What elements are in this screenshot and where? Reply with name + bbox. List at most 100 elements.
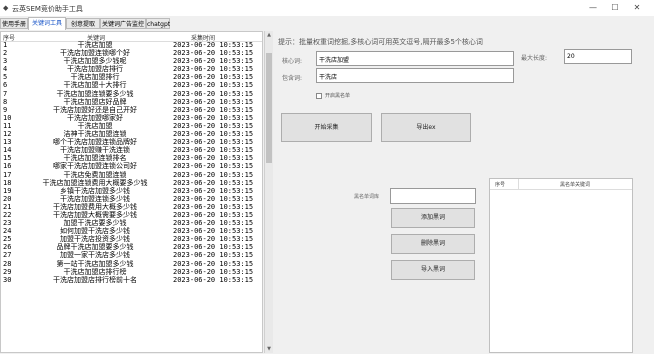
scroll-up-icon[interactable]: ▲ — [265, 32, 273, 38]
row-number: 10 — [3, 113, 12, 122]
tab-strip: 使用手册 关键词工具 创意提取 关键词广告监控 chatgpt — [0, 17, 654, 30]
tab-chatgpt[interactable]: chatgpt — [146, 18, 170, 29]
list-item[interactable]: 6 干洗店加盟十大排行 2023-06-20 10:53:15 — [1, 81, 262, 90]
blacklist-filter-checkbox[interactable] — [316, 93, 322, 99]
row-keyword: 干洗店加盟连锁多少钱 — [60, 194, 130, 203]
row-time: 2023-06-20 10:53:15 — [173, 57, 254, 66]
row-time: 2023-06-20 10:53:15 — [173, 243, 254, 252]
include-word-label: 包含词: — [282, 75, 303, 82]
row-keyword: 干洗店加盟 — [77, 121, 113, 130]
row-number: 3 — [3, 57, 8, 66]
row-number: 20 — [3, 194, 12, 203]
blacklist-filter-label: 开启黑名单 — [325, 93, 351, 99]
row-number: 7 — [3, 89, 8, 98]
hint-text: 提示：批量权重词挖掘,多核心词可用英文逗号,隔开最多5个核心词 — [278, 38, 483, 46]
row-number: 2 — [3, 49, 8, 58]
list-item[interactable]: 11 干洗店加盟 2023-06-20 10:53:15 — [1, 121, 262, 130]
core-word-label: 核心词: — [282, 58, 303, 65]
list-item[interactable]: 2 干洗店加盟连锁哪个好 2023-06-20 10:53:15 — [1, 49, 262, 58]
row-keyword: 干洗店加盟哪家好 — [67, 113, 123, 122]
row-time: 2023-06-20 10:53:15 — [173, 235, 254, 244]
list-item[interactable]: 27 加盟一家干洗店多少钱 2023-06-20 10:53:15 — [1, 251, 262, 259]
row-keyword: 乡镇干洗店加盟多少钱 — [60, 186, 130, 195]
minimize-button[interactable]: — — [586, 2, 600, 14]
row-number: 11 — [3, 121, 12, 130]
title-bar: ◆ 云英SEM竞价助手工具 — ☐ ✕ — [0, 0, 654, 16]
tab-creative-extract[interactable]: 创意提取 — [66, 18, 100, 29]
blacklist-grid[interactable]: 序号 黑名单关键词 — [489, 178, 633, 353]
row-time: 2023-06-20 10:53:15 — [173, 186, 254, 195]
grid-header-keyword: 黑名单关键词 — [560, 182, 591, 188]
row-time: 2023-06-20 10:53:15 — [173, 210, 254, 219]
row-number: 4 — [3, 65, 8, 74]
import-blacklist-button[interactable]: 导入黑词 — [391, 260, 475, 280]
row-time: 2023-06-20 10:53:15 — [173, 275, 254, 284]
row-number: 17 — [3, 170, 12, 179]
row-number: 8 — [3, 97, 8, 106]
tab-ad-monitor[interactable]: 关键词广告监控 — [100, 18, 146, 29]
start-collect-button[interactable]: 开始采集 — [281, 113, 372, 142]
row-keyword: 干洗店免费加盟连锁 — [63, 170, 127, 179]
row-keyword: 干洗店加盟店排行榜 — [63, 267, 127, 276]
add-blacklist-button[interactable]: 添加黑词 — [391, 208, 475, 228]
list-item[interactable]: 20 干洗店加盟连锁多少钱 2023-06-20 10:53:15 — [1, 194, 262, 203]
blacklist-grid-header: 序号 黑名单关键词 — [490, 179, 632, 190]
keyword-list[interactable]: 序号 关键词 采集时间 1 干洗店加盟 2023-06-20 10:53:15 2 干洗… — [0, 31, 263, 353]
tab-manual[interactable]: 使用手册 — [0, 18, 28, 29]
scroll-down-icon[interactable]: ▼ — [265, 346, 273, 352]
app-icon: ◆ — [3, 4, 9, 12]
list-item[interactable]: 1 干洗店加盟 2023-06-20 10:53:15 — [1, 41, 262, 49]
list-item[interactable]: 26 品牌干洗店加盟要多少钱 2023-06-20 10:53:15 — [1, 243, 262, 252]
list-item[interactable]: 29 干洗店加盟店排行榜 2023-06-20 10:53:15 — [1, 267, 262, 276]
row-keyword: 干洗店加盟店好品牌 — [63, 97, 127, 106]
list-item[interactable]: 5 干洗店加盟排行 2023-06-20 10:53:15 — [1, 73, 262, 81]
close-button[interactable]: ✕ — [630, 2, 644, 14]
row-time: 2023-06-20 10:53:15 — [173, 81, 254, 90]
maximize-button[interactable]: ☐ — [608, 2, 622, 14]
list-item[interactable]: 4 干洗店加盟店排行 2023-06-20 10:53:15 — [1, 65, 262, 74]
row-time: 2023-06-20 10:53:15 — [173, 267, 254, 276]
list-item[interactable]: 18 干洗店加盟连锁费用大概要多少钱 2023-06-20 10:53:15 — [1, 179, 262, 187]
row-keyword: 干洗店加盟好还是自己开好 — [53, 105, 137, 114]
include-word-input[interactable]: 干洗店 — [316, 68, 514, 83]
blacklist-word-label: 黑名单词库 — [354, 194, 380, 200]
row-number: 6 — [3, 81, 8, 90]
row-keyword: 哪家干洗店加盟连锁公司好 — [53, 162, 137, 171]
list-item[interactable]: 10 干洗店加盟哪家好 2023-06-20 10:53:15 — [1, 113, 262, 122]
list-item[interactable]: 22 干洗店加盟大概需要多少钱 2023-06-20 10:53:15 — [1, 210, 262, 219]
list-item[interactable]: 23 加盟干洗店要多少钱 2023-06-20 10:53:15 — [1, 219, 262, 228]
row-keyword: 加盟干洗店要多少钱 — [63, 219, 127, 228]
row-number: 14 — [3, 146, 12, 155]
list-item[interactable]: 19 乡镇干洗店加盟多少钱 2023-06-20 10:53:15 — [1, 186, 262, 195]
list-item[interactable]: 9 干洗店加盟好还是自己开好 2023-06-20 10:53:15 — [1, 105, 262, 114]
row-keyword: 第一站干洗店加盟多少钱 — [56, 259, 134, 268]
row-time: 2023-06-20 10:53:15 — [173, 49, 254, 58]
delete-blacklist-button[interactable]: 删除黑词 — [391, 234, 475, 254]
list-item[interactable]: 3 干洗店加盟多少钱呢 2023-06-20 10:53:15 — [1, 57, 262, 66]
blacklist-word-input[interactable] — [390, 188, 476, 204]
list-item[interactable]: 16 哪家干洗店加盟连锁公司好 2023-06-20 10:53:15 — [1, 162, 262, 171]
row-number: 25 — [3, 235, 12, 244]
list-item[interactable]: 17 干洗店免费加盟连锁 2023-06-20 10:53:15 — [1, 170, 262, 179]
export-excel-button[interactable]: 导出ex — [381, 113, 471, 142]
row-time: 2023-06-20 10:53:15 — [173, 121, 254, 130]
list-item[interactable]: 8 干洗店加盟店好品牌 2023-06-20 10:53:15 — [1, 97, 262, 106]
list-item[interactable]: 21 干洗店加盟费用大概多少钱 2023-06-20 10:53:15 — [1, 203, 262, 211]
list-item[interactable]: 24 如何加盟干洗店多少钱 2023-06-20 10:53:15 — [1, 227, 262, 235]
list-item[interactable]: 12 洁神干洗店加盟连锁 2023-06-20 10:53:15 — [1, 130, 262, 138]
row-time: 2023-06-20 10:53:15 — [173, 89, 254, 98]
list-item[interactable]: 28 第一站干洗店加盟多少钱 2023-06-20 10:53:15 — [1, 259, 262, 268]
list-item[interactable]: 13 哪个干洗店加盟连锁品牌好 2023-06-20 10:53:15 — [1, 138, 262, 146]
list-rows: 1 干洗店加盟 2023-06-20 10:53:15 2 干洗店加盟连锁哪个好 2023… — [1, 41, 262, 284]
row-number: 1 — [3, 41, 8, 49]
scroll-thumb[interactable] — [266, 53, 272, 163]
core-word-input[interactable]: 干洗店加盟 — [316, 51, 514, 66]
list-item[interactable]: 7 干洗店加盟连锁要多少钱 2023-06-20 10:53:15 — [1, 89, 262, 98]
list-item[interactable]: 30 干洗店加盟店排行榜前十名 2023-06-20 10:53:15 — [1, 275, 262, 284]
list-item[interactable]: 14 干洗店加盟赚干洗连锁 2023-06-20 10:53:15 — [1, 146, 262, 155]
tab-keyword-tool[interactable]: 关键词工具 — [28, 17, 66, 30]
list-scrollbar[interactable]: ▲ ▼ — [264, 31, 273, 353]
max-length-input[interactable]: 20 — [564, 49, 632, 64]
row-number: 16 — [3, 162, 12, 171]
row-number: 15 — [3, 154, 12, 163]
